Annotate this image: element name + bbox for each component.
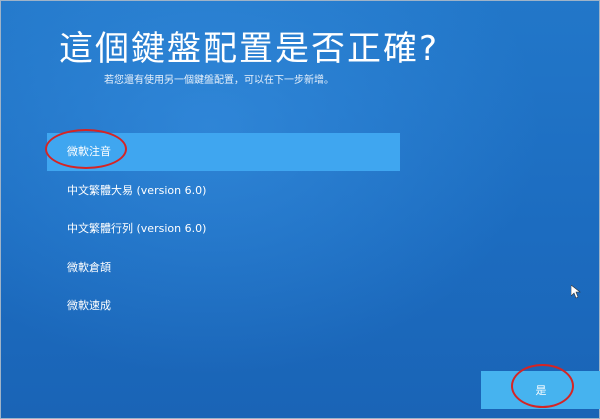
layout-item-quick[interactable]: 微軟速成 (47, 287, 400, 325)
layout-item-changjie[interactable]: 微軟倉頡 (47, 249, 400, 287)
layout-item-array[interactable]: 中文繁體行列 (version 6.0) (47, 210, 400, 248)
layout-item-label: 微軟倉頡 (67, 260, 111, 274)
mouse-pointer-icon (571, 285, 581, 299)
layout-item-label: 中文繁體行列 (version 6.0) (67, 222, 207, 235)
layout-item-dayi[interactable]: 中文繁體大易 (version 6.0) (47, 172, 400, 210)
oobe-keyboard-layout-screen: 這個鍵盤配置是否正確? 若您還有使用另一個鍵盤配置，可以在下一步新增。 微軟注音… (0, 0, 600, 419)
layout-item-label: 微軟速成 (67, 299, 111, 312)
page-subtitle: 若您還有使用另一個鍵盤配置，可以在下一步新增。 (104, 75, 334, 86)
annotation-circle-selected-item (45, 129, 127, 169)
page-title: 這個鍵盤配置是否正確? (59, 29, 440, 69)
annotation-circle-yes-button (511, 364, 574, 408)
layout-item-label: 中文繁體大易 (version 6.0) (67, 183, 207, 197)
